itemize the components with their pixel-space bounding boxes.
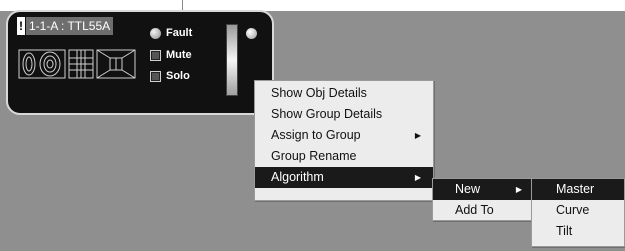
device-name: 1-1-A : TTL55A <box>26 17 114 35</box>
submenu-arrow-icon: ▶ <box>414 173 421 182</box>
menu-item-label: Master <box>556 182 595 196</box>
menu-item-label: Group Rename <box>271 149 357 163</box>
menu-item-label: Tilt <box>556 224 573 238</box>
mute-button[interactable]: Mute <box>150 48 192 62</box>
menu-item-show-group-details[interactable]: Show Group Details <box>255 104 433 125</box>
new-submenu: Master Curve Tilt <box>531 178 625 247</box>
menu-item-show-obj-details[interactable]: Show Obj Details <box>255 83 433 104</box>
menu-item-label: Curve <box>556 203 590 217</box>
menu-item-label: New <box>455 182 481 196</box>
submenu-arrow-icon: ▶ <box>515 185 522 194</box>
solo-led-icon <box>150 70 161 82</box>
speaker-array-icon <box>18 48 66 80</box>
horn-speaker-icon <box>96 48 136 80</box>
menu-item-label: Assign to Group <box>271 128 361 142</box>
fault-led-icon <box>150 27 161 39</box>
warning-icon: ! <box>17 17 25 35</box>
signal-led-icon <box>246 28 257 39</box>
menu-item-label: Add To <box>455 203 494 217</box>
menu-item-assign-to-group[interactable]: Assign to Group ▶ <box>255 125 433 146</box>
menu-item-label: Show Obj Details <box>271 86 367 100</box>
menu-item-master[interactable]: Master <box>532 179 624 200</box>
grid-speaker-icon <box>68 48 94 80</box>
menu-item-group-rename[interactable]: Group Rename <box>255 146 433 167</box>
menu-item-label: Show Group Details <box>271 107 383 121</box>
context-menu: Show Obj Details Show Group Details Assi… <box>254 80 434 201</box>
mute-led-icon <box>150 49 161 61</box>
algorithm-submenu: New ▶ Add To <box>432 178 532 221</box>
menu-item-add-to[interactable]: Add To <box>433 200 531 221</box>
level-meter <box>226 24 238 96</box>
fault-label: Fault <box>166 27 193 39</box>
mute-label: Mute <box>166 49 192 61</box>
menu-item-algorithm[interactable]: Algorithm ▶ <box>255 167 433 188</box>
menu-item-tilt[interactable]: Tilt <box>532 221 624 242</box>
submenu-arrow-icon: ▶ <box>414 131 421 140</box>
device-tile[interactable]: ! 1-1-A : TTL55A Fault Mute Solo <box>6 10 274 115</box>
device-title: ! 1-1-A : TTL55A <box>17 17 114 35</box>
menu-item-new[interactable]: New ▶ <box>433 179 531 200</box>
solo-button[interactable]: Solo <box>150 69 190 83</box>
menu-item-label: Algorithm <box>271 170 324 184</box>
fault-indicator: Fault <box>150 26 192 40</box>
menu-item-curve[interactable]: Curve <box>532 200 624 221</box>
solo-label: Solo <box>166 70 190 82</box>
